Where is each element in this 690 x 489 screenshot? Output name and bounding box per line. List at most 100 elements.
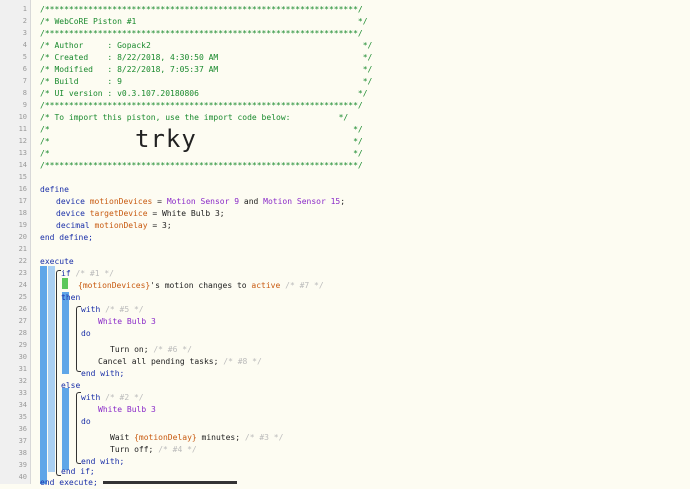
task-text: Turn on; — [110, 345, 149, 354]
line-number: 2 — [22, 17, 27, 25]
task-turn-on[interactable]: Turn on; /* #6 */ — [110, 344, 690, 356]
line-number: 6 — [22, 65, 27, 73]
piston-code-view: /***************************************… — [40, 0, 690, 487]
line-number: 32 — [18, 377, 27, 385]
end-with-keyword[interactable]: end with; — [81, 457, 124, 466]
line-number: 39 — [18, 461, 27, 469]
statement-id: /* #1 */ — [75, 269, 114, 278]
line-number: 23 — [18, 269, 27, 277]
do-line: do — [81, 328, 690, 340]
line-number: 14 — [18, 161, 27, 169]
task-text: Cancel all pending tasks; — [98, 357, 219, 366]
device-name: White Bulb 3 — [98, 405, 156, 414]
device-name: White Bulb 3 — [98, 317, 156, 326]
with-device-line[interactable]: White Bulb 3 — [98, 316, 690, 328]
line-number: 8 — [22, 89, 27, 97]
line-number: 29 — [18, 341, 27, 349]
if-line[interactable]: if /* #1 */ — [61, 268, 690, 280]
line-number: 7 — [22, 77, 27, 85]
task-wait[interactable]: Wait {motionDelay} minutes; /* #3 */ — [110, 432, 690, 444]
condition-value: active — [251, 281, 281, 290]
condition-text: 's motion changes to — [150, 281, 252, 290]
then-line: then — [61, 292, 690, 304]
header-border: /***************************************… — [40, 161, 363, 170]
header-created: /* Created : 8/22/2018, 4:30:50 AM */ — [40, 53, 373, 62]
line-number: 38 — [18, 449, 27, 457]
execute-keyword[interactable]: execute — [40, 257, 74, 266]
end-if-keyword[interactable]: end if; — [61, 467, 95, 476]
line-number: 36 — [18, 425, 27, 433]
operator: = — [152, 197, 167, 206]
line-number: 34 — [18, 401, 27, 409]
header-ui-version: /* UI version : v0.3.107.20180806 */ — [40, 89, 368, 98]
do-line: do — [81, 416, 690, 428]
do-keyword[interactable]: do — [81, 329, 91, 338]
line-number: 27 — [18, 317, 27, 325]
line-number: 15 — [18, 173, 27, 181]
task-cancel[interactable]: Cancel all pending tasks; /* #8 */ — [98, 356, 690, 368]
header-import-note: /* To import this piston, use the import… — [40, 113, 349, 122]
line-number: 37 — [18, 437, 27, 445]
execute-line: execute — [40, 256, 690, 268]
line-number: 17 — [18, 197, 27, 205]
with-device-line[interactable]: White Bulb 3 — [98, 404, 690, 416]
task-turn-off[interactable]: Turn off; /* #4 */ — [110, 444, 690, 456]
condition-line[interactable]: {motionDevices}'s motion changes to acti… — [78, 280, 690, 292]
import-code[interactable]: trky — [135, 124, 197, 154]
end-with-keyword[interactable]: end with; — [81, 369, 124, 378]
define-motion-delay[interactable]: decimal motionDelay = 3; — [56, 220, 690, 232]
line-number: 5 — [22, 53, 27, 61]
execute-block-bar — [40, 266, 47, 484]
header-border: /***************************************… — [40, 29, 363, 38]
line-number: 26 — [18, 305, 27, 313]
define-line: define — [40, 184, 690, 196]
statement-id: /* #2 */ — [105, 393, 144, 402]
device-value: White Bulb 3 — [161, 209, 220, 218]
header-author: /* Author : Gopack2 */ — [40, 41, 373, 50]
else-line: else — [61, 380, 690, 392]
statement-id: /* #6 */ — [153, 345, 192, 354]
line-number: 21 — [18, 245, 27, 253]
task-unit: minutes; — [196, 433, 241, 442]
then-keyword[interactable]: then — [61, 293, 80, 302]
variable-name: targetDevice — [89, 209, 148, 218]
with-keyword: with — [81, 393, 101, 402]
line-number: 19 — [18, 221, 27, 229]
line-number: 40 — [18, 473, 27, 481]
with-line[interactable]: with /* #2 */ — [81, 392, 690, 404]
semicolon: ; — [340, 197, 346, 206]
end-define-keyword[interactable]: end define; — [40, 233, 93, 242]
line-number: 3 — [22, 29, 27, 37]
header-build: /* Build : 9 */ — [40, 77, 373, 86]
do-keyword[interactable]: do — [81, 417, 91, 426]
if-block-bar — [48, 266, 55, 472]
define-motion-devices[interactable]: device motionDevices = Motion Sensor 9 a… — [56, 196, 690, 208]
type-keyword: device — [56, 197, 85, 206]
type-keyword: device — [56, 209, 85, 218]
task-text: Turn off; — [110, 445, 154, 454]
end-execute-keyword[interactable]: end execute; — [40, 478, 98, 487]
line-number: 10 — [18, 113, 27, 121]
line-number-gutter: 1 2 3 4 5 6 7 8 9 10 11 12 13 14 15 16 1… — [0, 0, 31, 484]
else-keyword[interactable]: else — [61, 381, 80, 390]
line-number: 13 — [18, 149, 27, 157]
statement-id: /* #4 */ — [158, 445, 197, 454]
if-keyword: if — [61, 269, 71, 278]
define-keyword[interactable]: define — [40, 185, 69, 194]
statement-id: /* #8 */ — [223, 357, 262, 366]
line-number: 30 — [18, 353, 27, 361]
with-keyword: with — [81, 305, 101, 314]
header-modified: /* Modified : 8/22/2018, 7:05:37 AM */ — [40, 65, 373, 74]
end-with-line: end with; — [81, 368, 690, 380]
device-name: Motion Sensor 9 — [166, 197, 240, 206]
line-number: 11 — [18, 125, 27, 133]
define-target-device[interactable]: device targetDevice = White Bulb 3; — [56, 208, 690, 220]
operator: = — [147, 209, 162, 218]
line-number: 25 — [18, 293, 27, 301]
condition-subject: {motionDevices} — [78, 281, 151, 290]
header-title: /* WebCoRE Piston #1 */ — [40, 17, 368, 26]
with-line[interactable]: with /* #5 */ — [81, 304, 690, 316]
statement-id: /* #3 */ — [244, 433, 284, 442]
line-number: 1 — [22, 5, 27, 13]
statement-id: /* #7 */ — [285, 281, 324, 290]
